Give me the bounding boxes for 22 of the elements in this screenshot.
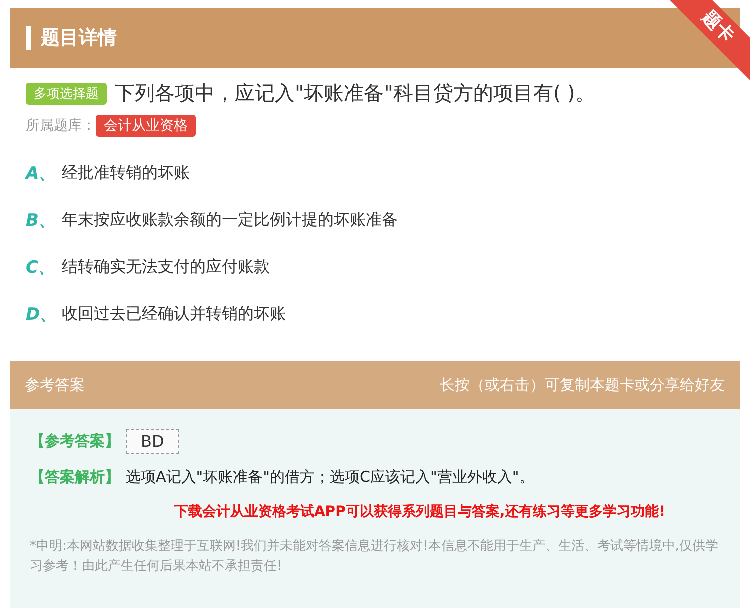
option-text: 年末按应收账款余额的一定比例计提的坏账准备	[62, 210, 398, 231]
question-text: 下列各项中，应记入"坏账准备"科目贷方的项目有( )。	[115, 80, 596, 107]
section-title: 题目详情	[41, 26, 117, 51]
analysis-text: 选项A记入"坏账准备"的借方；选项C应该记入"营业外收入"。	[126, 468, 534, 487]
share-hint: 长按（或右击）可复制本题卡或分享给好友	[440, 376, 725, 394]
answer-section-title: 参考答案	[25, 376, 85, 394]
option-letter: D、	[26, 304, 56, 326]
answer-text: BD	[126, 429, 180, 454]
bank-tag[interactable]: 会计从业资格	[96, 115, 196, 137]
option-text: 经批准转销的坏账	[62, 163, 190, 184]
option-letter: A、	[26, 163, 56, 185]
disclaimer-text: *申明:本网站数据收集整理于互联网!我们并未能对答案信息进行核对!本信息不能用于生产、生活、考试等情境中,仅供学习参考！由此产生任何后果本站不承担责任!	[30, 538, 720, 576]
question-type-tag: 多项选择题	[26, 82, 107, 104]
bank-label: 所属题库：	[26, 117, 96, 135]
answer-label: 【参考答案】	[30, 432, 120, 451]
option-letter: C、	[26, 257, 56, 279]
option-letter: B、	[26, 210, 56, 232]
title-marker	[26, 26, 31, 50]
analysis-label: 【答案解析】	[30, 468, 120, 487]
option-text: 结转确实无法支付的应付账款	[62, 257, 270, 278]
app-promo-link[interactable]: 下载会计从业资格考试APP可以获得系列题目与答案,还有练习等更多学习功能!	[120, 503, 720, 521]
option-text: 收回过去已经确认并转销的坏账	[62, 304, 286, 325]
